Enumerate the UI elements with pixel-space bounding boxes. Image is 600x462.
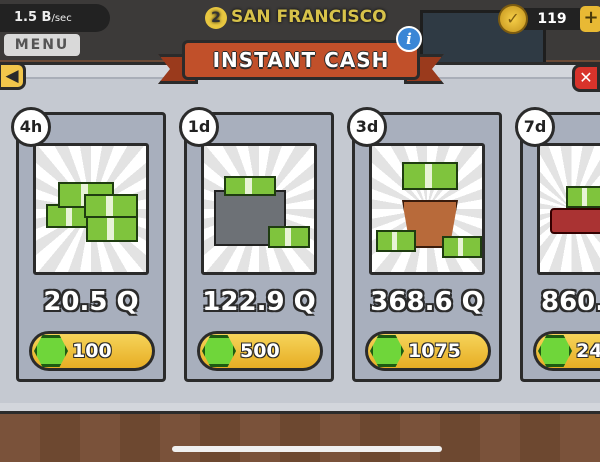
coin-counter: 119 ✓ + bbox=[498, 4, 600, 34]
gem-price: 1075 bbox=[408, 340, 461, 362]
back-arrow-icon: ◀ bbox=[5, 66, 19, 86]
buy-button[interactable]: 24 bbox=[533, 331, 600, 371]
duration-badge: 7d bbox=[515, 107, 555, 147]
cash-stack-icon bbox=[268, 226, 310, 248]
cash-stack-icon bbox=[86, 216, 138, 242]
gem-price: 500 bbox=[240, 340, 280, 362]
back-button[interactable]: ◀ bbox=[0, 62, 26, 90]
cash-stack-icon bbox=[402, 162, 458, 190]
income-rate: 1.5 B/sec bbox=[0, 4, 110, 32]
cash-amount: 20.5 Q bbox=[43, 287, 139, 317]
income-unit: /sec bbox=[51, 13, 72, 24]
offer-art bbox=[201, 143, 317, 275]
offer-art bbox=[33, 143, 149, 275]
info-button[interactable]: i bbox=[396, 26, 422, 52]
green-gem-icon bbox=[202, 335, 236, 367]
green-gem-icon bbox=[370, 335, 404, 367]
cash-amount: 860. bbox=[541, 287, 600, 317]
offer-art bbox=[369, 143, 485, 275]
duration-badge: 4h bbox=[11, 107, 51, 147]
buy-button[interactable]: 100 bbox=[29, 331, 155, 371]
info-icon: i bbox=[406, 30, 412, 48]
offer-art bbox=[537, 143, 600, 275]
home-indicator[interactable] bbox=[172, 446, 442, 452]
buy-button[interactable]: 1075 bbox=[365, 331, 491, 371]
buy-button[interactable]: 500 bbox=[197, 331, 323, 371]
gem-price: 100 bbox=[72, 340, 112, 362]
close-icon: ✕ bbox=[579, 68, 593, 87]
green-gem-icon bbox=[538, 335, 572, 367]
duration-badge: 1d bbox=[179, 107, 219, 147]
coin-count: 119 bbox=[524, 8, 580, 30]
cash-amount: 368.6 Q bbox=[370, 287, 484, 317]
cash-stack-icon bbox=[442, 236, 482, 258]
green-gem-icon bbox=[34, 335, 68, 367]
gold-coin-icon: ✓ bbox=[498, 4, 528, 34]
add-coins-button[interactable]: + bbox=[580, 6, 600, 32]
dialog-title: INSTANT CASH bbox=[182, 40, 420, 80]
menu-sign: MENU bbox=[4, 34, 80, 56]
cash-stack-icon bbox=[566, 186, 600, 208]
offer-card-4h[interactable]: 4h 20.5 Q 100 bbox=[11, 107, 166, 382]
offer-card-1d[interactable]: 1d 122.9 Q 500 bbox=[179, 107, 334, 382]
cash-stack-icon bbox=[376, 230, 416, 252]
income-value: 1.5 B bbox=[14, 10, 52, 25]
city-name: SAN FRANCISCO bbox=[231, 7, 387, 27]
wheelbarrow-icon bbox=[550, 208, 600, 234]
duration-badge: 3d bbox=[347, 107, 387, 147]
offer-card-3d[interactable]: 3d 368.6 Q 1075 bbox=[347, 107, 502, 382]
city-number-badge: 2 bbox=[205, 7, 227, 29]
cash-stack-icon bbox=[84, 194, 138, 218]
gem-price: 24 bbox=[576, 340, 600, 362]
offer-card-7d[interactable]: 7d 860. 24 bbox=[515, 107, 600, 382]
cash-amount: 122.9 Q bbox=[202, 287, 316, 317]
cash-stack-icon bbox=[224, 176, 276, 196]
close-button[interactable]: ✕ bbox=[572, 64, 600, 92]
city-title: 2 SAN FRANCISCO bbox=[205, 4, 387, 30]
